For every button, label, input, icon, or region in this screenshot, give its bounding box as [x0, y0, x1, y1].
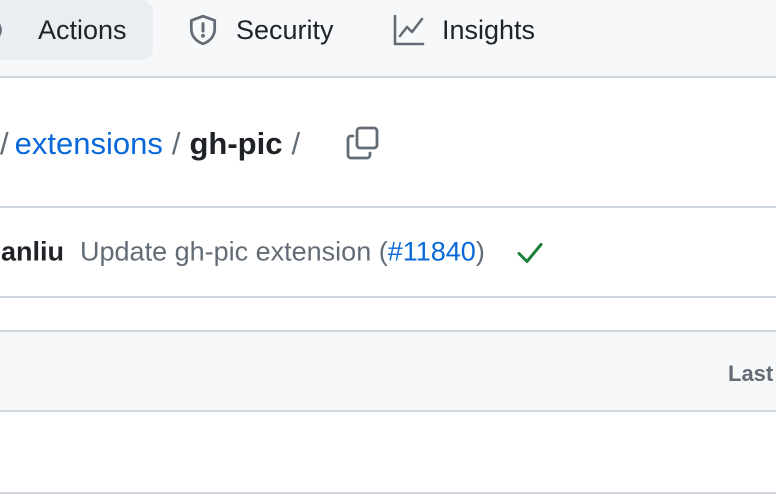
table-row[interactable]: [0, 412, 776, 494]
graph-icon: [393, 14, 425, 46]
pull-request-link[interactable]: #11840: [388, 237, 476, 267]
tab-security-label: Security: [236, 14, 334, 45]
file-path-header: / extensions / gh-pic /: [0, 78, 776, 208]
breadcrumb-separator: /: [171, 126, 181, 161]
play-circle-icon: [0, 23, 2, 37]
check-icon[interactable]: [515, 237, 545, 267]
tab-insights[interactable]: Insights: [392, 0, 535, 60]
tab-actions[interactable]: Actions: [0, 0, 153, 60]
breadcrumb-current: gh-pic: [189, 126, 283, 161]
page: Actions Security Insights / extensions /…: [0, 0, 776, 502]
commit-details: sanliu Update gh-pic extension (#11840): [0, 237, 545, 268]
tab-insights-label: Insights: [442, 14, 536, 45]
breadcrumb-link-extensions[interactable]: extensions: [15, 126, 163, 162]
breadcrumb-separator: /: [291, 126, 301, 161]
commit-message-suffix: ): [475, 236, 485, 267]
column-header-last-commit: Last: [728, 361, 774, 386]
commit-message-prefix: Update gh-pic extension (: [80, 236, 388, 267]
commit-message[interactable]: Update gh-pic extension (#11840): [80, 237, 485, 268]
tab-security[interactable]: Security: [186, 0, 334, 60]
breadcrumb: / extensions / gh-pic /: [0, 126, 309, 162]
file-table-header: Last: [0, 330, 776, 412]
repo-nav: Actions Security Insights: [0, 0, 776, 78]
spacer: [0, 298, 776, 330]
latest-commit-bar: sanliu Update gh-pic extension (#11840): [0, 208, 776, 298]
breadcrumb-separator: /: [0, 126, 9, 161]
copy-icon[interactable]: [344, 124, 382, 162]
tab-actions-label: Actions: [38, 14, 127, 45]
commit-author[interactable]: sanliu: [0, 237, 64, 268]
shield-icon: [189, 14, 217, 46]
